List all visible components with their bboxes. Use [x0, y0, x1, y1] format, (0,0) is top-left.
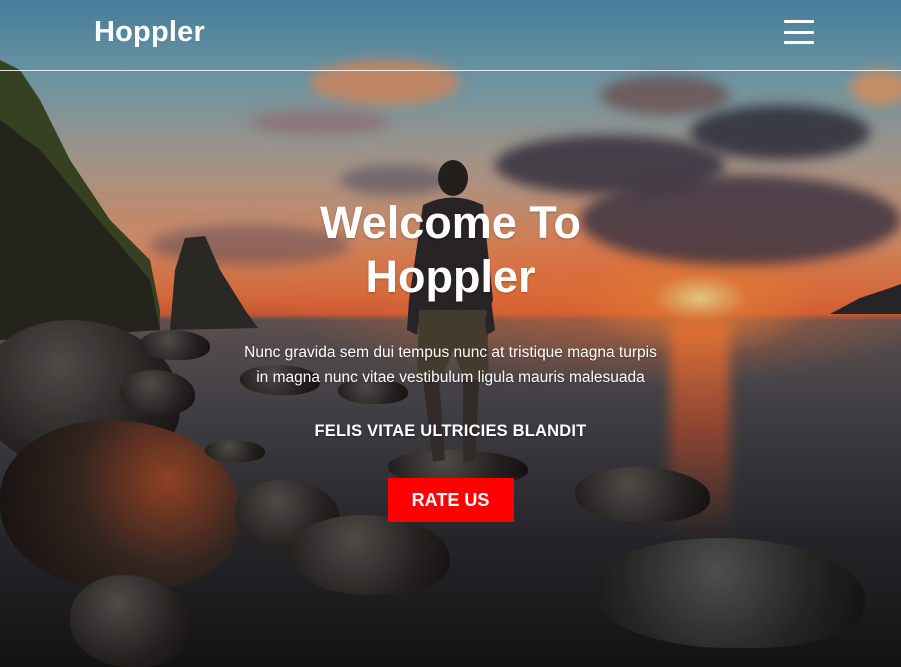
rate-us-button[interactable]: RATE US [387, 478, 514, 522]
hero-subheading: FELIS VITAE ULTRICIES BLANDIT [314, 422, 587, 440]
navbar: Hoppler [0, 0, 901, 71]
hero-lead-text: Nunc gravida sem dui tempus nunc at tris… [244, 344, 657, 386]
brand-logo[interactable]: Hoppler [94, 16, 205, 49]
hero-content: Welcome To Hoppler Nunc gravida sem dui … [0, 196, 901, 522]
hero-title: Welcome To Hoppler [320, 197, 581, 302]
menu-bar [784, 41, 814, 44]
hero-section: Hoppler Welcome To Hoppler Nunc gravida … [0, 0, 901, 667]
menu-bar [784, 20, 814, 23]
menu-bar [784, 30, 814, 34]
hamburger-menu-icon[interactable] [784, 20, 814, 46]
